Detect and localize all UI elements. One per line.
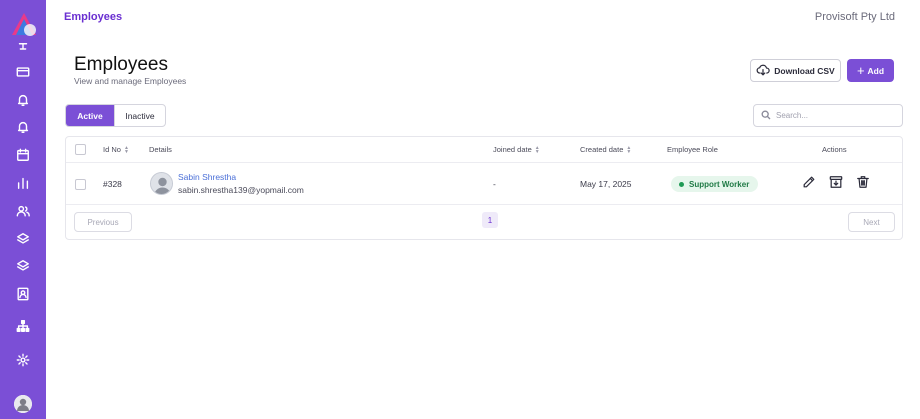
search-icon — [761, 107, 771, 125]
sort-icon: ▲ ▼ — [626, 144, 632, 155]
plus-icon: + — [856, 63, 865, 78]
search-input[interactable] — [776, 111, 896, 120]
joined-date: - — [493, 179, 496, 189]
users-icon[interactable] — [13, 201, 33, 221]
cloud-download-icon — [756, 63, 770, 79]
col-id[interactable]: Id No ▲ ▼ — [103, 145, 129, 154]
col-role: Employee Role — [667, 145, 718, 154]
search-box — [753, 104, 903, 127]
row-checkbox[interactable] — [75, 179, 86, 190]
role-label: Support Worker — [689, 179, 750, 189]
previous-button[interactable]: Previous — [74, 212, 132, 232]
page-subtitle: View and manage Employees — [74, 76, 187, 86]
col-actions-label: Actions — [822, 145, 847, 154]
contact-icon[interactable] — [13, 284, 33, 304]
app-root: Employees Provisoft Pty Ltd Employees Vi… — [0, 0, 920, 419]
pencil-icon — [802, 175, 816, 194]
gear-icon[interactable] — [13, 350, 33, 370]
edit-button[interactable] — [801, 176, 817, 192]
col-details: Details — [149, 145, 172, 154]
col-id-label: Id No — [103, 145, 121, 154]
layers-icon[interactable] — [13, 256, 33, 276]
tab-active[interactable]: Active — [66, 105, 114, 126]
org-chart-icon[interactable] — [13, 316, 33, 336]
employee-id: #328 — [103, 179, 122, 189]
col-created-label: Created date — [580, 145, 624, 154]
archive-button[interactable] — [828, 175, 844, 194]
sidebar — [0, 0, 46, 419]
card-icon[interactable] — [13, 62, 33, 82]
sort-icon: ▲ ▼ — [123, 144, 129, 155]
col-actions: Actions — [822, 145, 847, 154]
tab-inactive[interactable]: Inactive — [114, 105, 165, 126]
sort-icon: ▲ ▼ — [534, 144, 540, 155]
status-dot — [679, 181, 684, 187]
col-created[interactable]: Created date ▲ ▼ — [580, 145, 631, 154]
col-role-label: Employee Role — [667, 145, 718, 154]
bell-icon[interactable] — [13, 90, 33, 110]
trash-icon — [856, 175, 870, 194]
download-csv-label: Download CSV — [774, 65, 835, 76]
employees-table: Id No ▲ ▼ Details Joined date ▲ ▼ Created … — [65, 136, 903, 240]
next-button[interactable]: Next — [848, 212, 895, 232]
select-all-checkbox[interactable] — [75, 144, 86, 155]
company-name: Provisoft Pty Ltd — [814, 11, 895, 23]
page-number-current[interactable]: 1 — [482, 212, 498, 228]
user-avatar[interactable] — [14, 395, 32, 413]
monitor-icon[interactable] — [13, 39, 33, 59]
layers-icon[interactable] — [13, 229, 33, 249]
add-employee-button[interactable]: + Add — [847, 59, 894, 82]
table-row[interactable]: #328 Sabin Shrestha sabin.shrestha139@yo… — [66, 164, 902, 205]
col-joined[interactable]: Joined date ▲ ▼ — [493, 145, 540, 154]
download-csv-button[interactable]: Download CSV — [750, 59, 841, 82]
employee-name-link[interactable]: Sabin Shrestha — [178, 172, 236, 182]
delete-button[interactable] — [855, 175, 871, 194]
table-header: Id No ▲ ▼ Details Joined date ▲ ▼ Created … — [66, 137, 902, 163]
employee-avatar — [150, 172, 173, 195]
archive-icon — [829, 175, 843, 194]
page-title: Employees — [74, 54, 168, 75]
bell-icon[interactable] — [13, 117, 33, 137]
status-tabs: Active Inactive — [65, 104, 166, 127]
created-date: May 17, 2025 — [580, 179, 632, 189]
bar-chart-icon[interactable] — [13, 173, 33, 193]
role-badge: Support Worker — [671, 176, 759, 192]
col-details-label: Details — [149, 145, 172, 154]
calendar-icon[interactable] — [13, 145, 33, 165]
add-label: Add — [867, 65, 885, 76]
col-joined-label: Joined date — [493, 145, 532, 154]
app-logo[interactable] — [9, 10, 39, 40]
employee-email: sabin.shrestha139@yopmail.com — [178, 185, 304, 195]
breadcrumb[interactable]: Employees — [64, 11, 122, 23]
